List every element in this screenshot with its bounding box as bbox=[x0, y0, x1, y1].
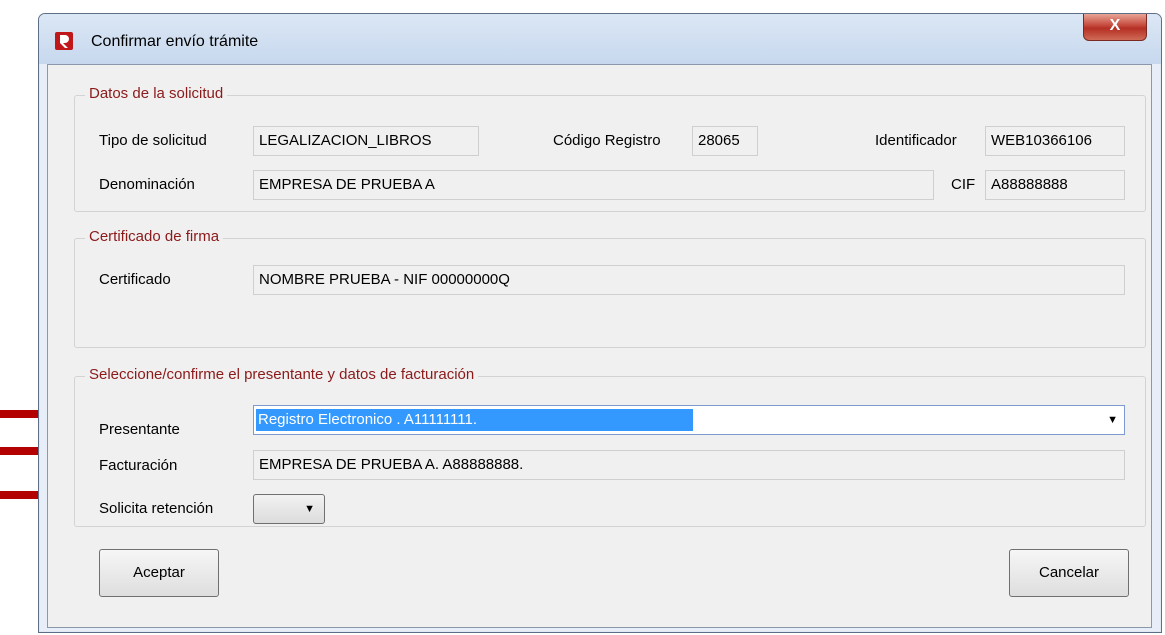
retencion-label: Solicita retención bbox=[99, 500, 214, 517]
group-legend-presentante: Seleccione/confirme el presentante y dat… bbox=[85, 366, 479, 383]
identificador-label: Identificador bbox=[875, 132, 957, 149]
dropdown-arrow-icon[interactable]: ▼ bbox=[304, 495, 315, 523]
cancel-button[interactable]: Cancelar bbox=[1009, 549, 1129, 597]
group-presentante-facturacion: Seleccione/confirme el presentante y dat… bbox=[74, 366, 1146, 527]
certificado-field: NOMBRE PRUEBA - NIF 00000000Q bbox=[253, 265, 1125, 295]
cif-field: A88888888 bbox=[985, 170, 1125, 200]
close-button[interactable]: X bbox=[1083, 14, 1147, 41]
facturacion-label: Facturación bbox=[99, 457, 178, 474]
denominacion-field: EMPRESA DE PRUEBA A bbox=[253, 170, 934, 200]
denominacion-label: Denominación bbox=[99, 176, 195, 193]
identificador-field: WEB10366106 bbox=[985, 126, 1125, 156]
dropdown-arrow-icon[interactable]: ▼ bbox=[1107, 406, 1118, 434]
dialog-window: Confirmar envío trámite X Datos de la so… bbox=[38, 13, 1162, 633]
tipo-solicitud-field: LEGALIZACION_LIBROS bbox=[253, 126, 479, 156]
group-certificado-firma: Certificado de firma Certificado NOMBRE … bbox=[74, 228, 1146, 348]
facturacion-field: EMPRESA DE PRUEBA A. A88888888. bbox=[253, 450, 1125, 480]
presentante-selected-value: Registro Electronico . A11111111. bbox=[256, 409, 693, 431]
accept-button[interactable]: Aceptar bbox=[99, 549, 219, 597]
certificado-label: Certificado bbox=[99, 271, 171, 288]
presentante-select[interactable]: Registro Electronico . A11111111. ▼ bbox=[253, 405, 1125, 435]
cif-label: CIF bbox=[951, 176, 976, 193]
group-legend-certificado: Certificado de firma bbox=[85, 228, 224, 245]
title-bar[interactable]: Confirmar envío trámite X bbox=[39, 14, 1161, 64]
group-datos-solicitud: Datos de la solicitud Tipo de solicitud … bbox=[74, 85, 1146, 212]
presentante-label: Presentante bbox=[99, 421, 180, 438]
codigo-registro-field: 28065 bbox=[692, 126, 758, 156]
retencion-select[interactable]: ▼ bbox=[253, 494, 325, 524]
dialog-client-area: Datos de la solicitud Tipo de solicitud … bbox=[47, 64, 1152, 628]
group-legend-datos-solicitud: Datos de la solicitud bbox=[85, 85, 228, 102]
app-logo-icon bbox=[55, 32, 73, 50]
codigo-registro-label: Código Registro bbox=[553, 132, 661, 149]
window-title: Confirmar envío trámite bbox=[91, 33, 259, 50]
tipo-solicitud-label: Tipo de solicitud bbox=[99, 132, 207, 149]
